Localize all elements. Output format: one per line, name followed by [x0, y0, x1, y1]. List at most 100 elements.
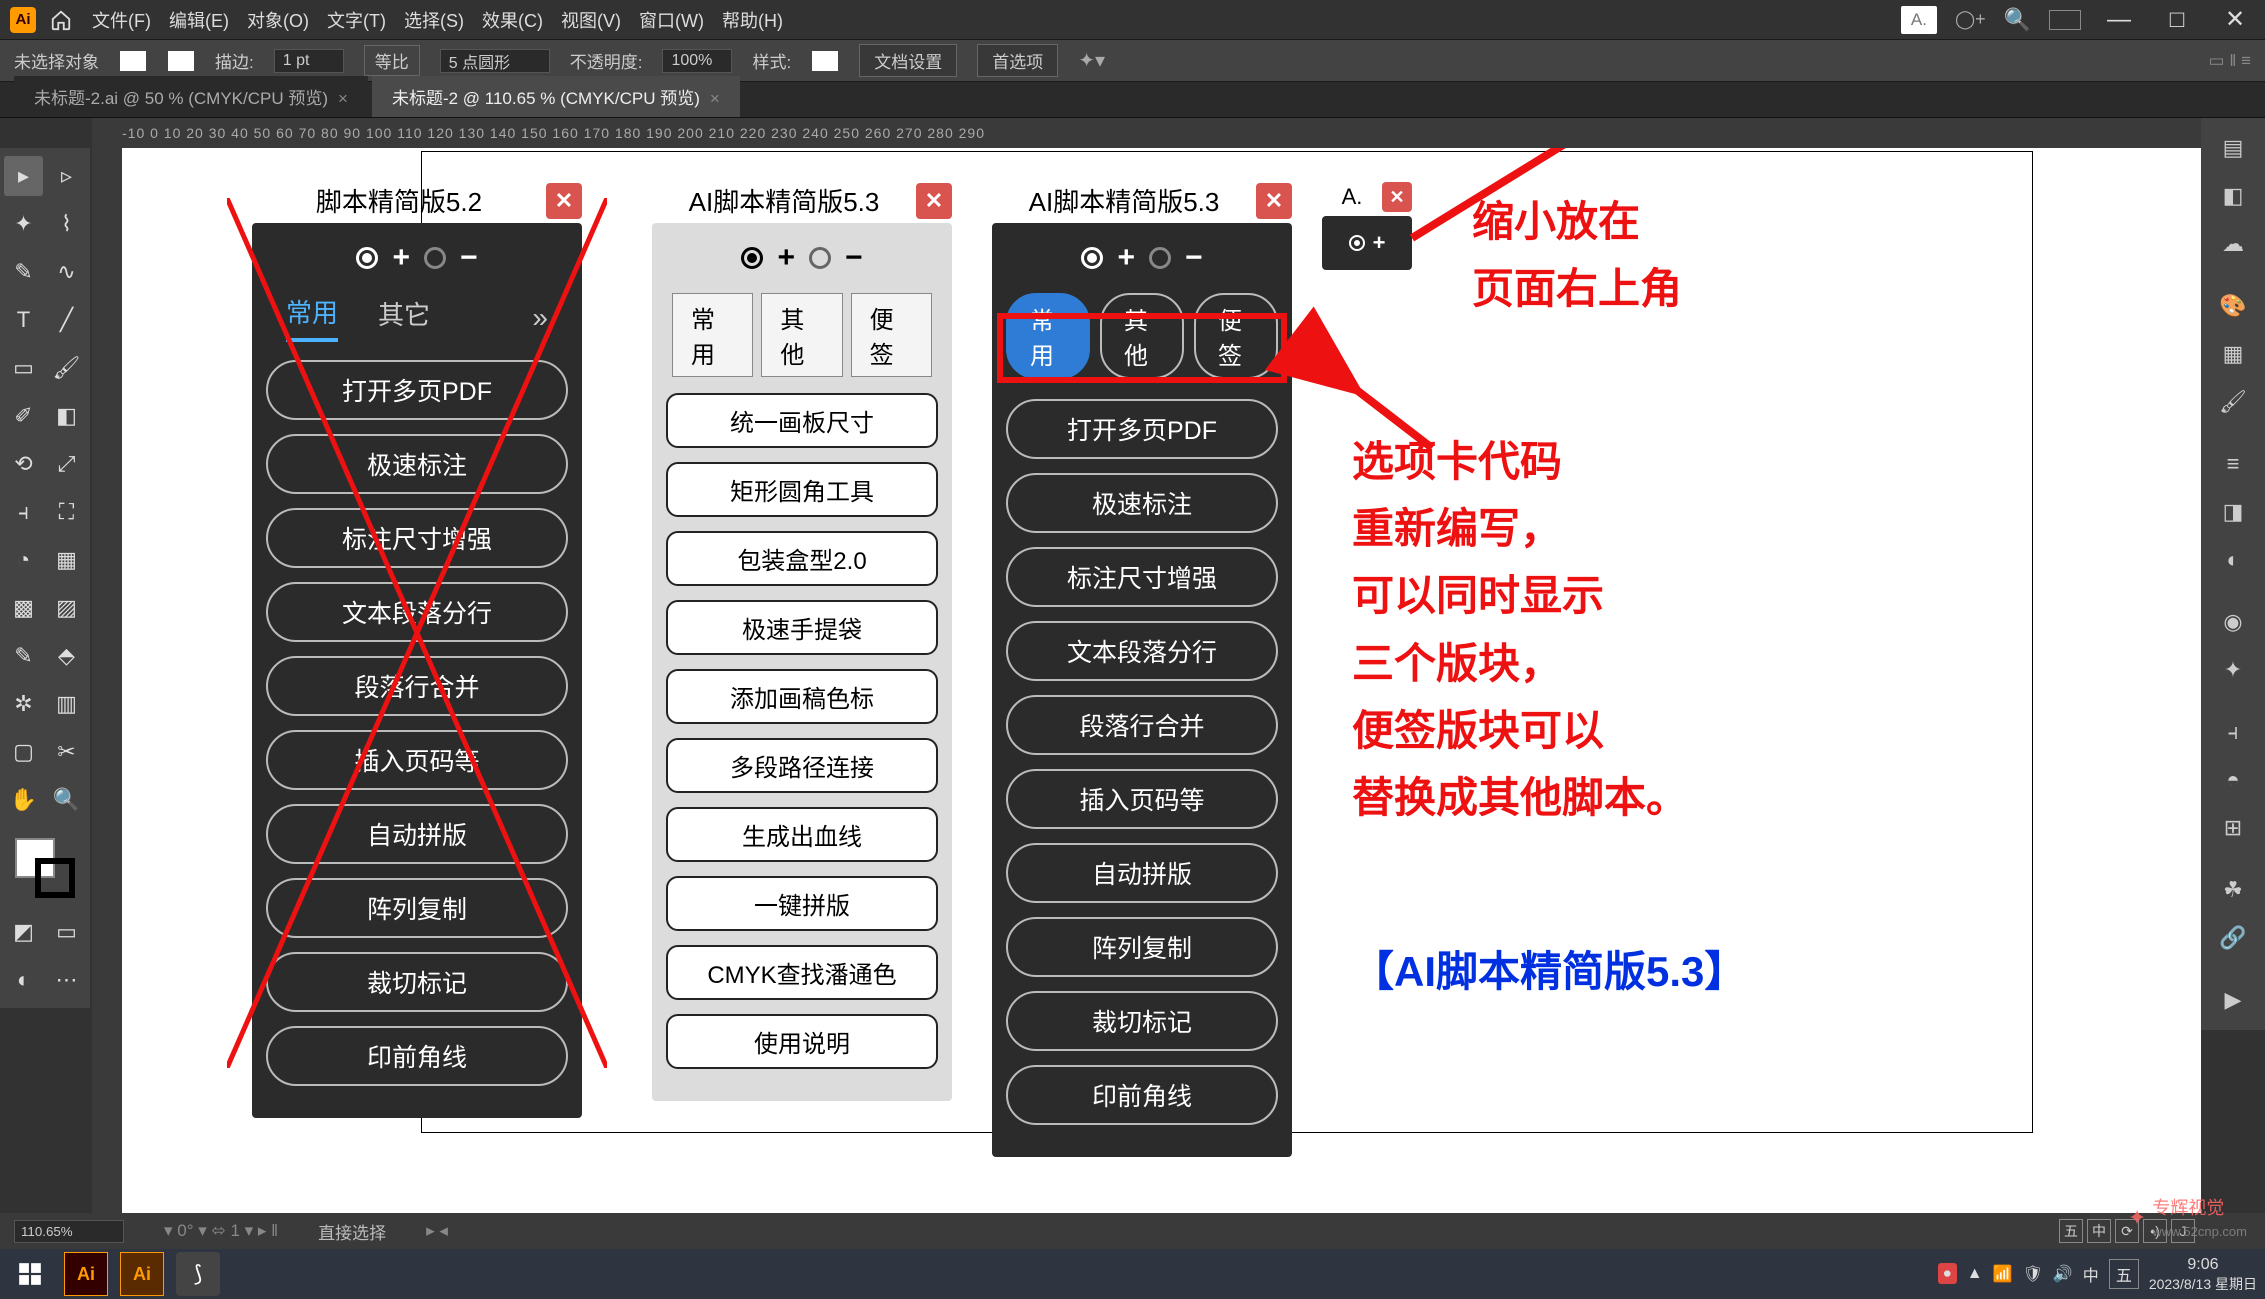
- circle-plus-icon[interactable]: ◯+: [1955, 9, 1986, 30]
- transparency-panel-icon[interactable]: ◐: [2213, 540, 2253, 580]
- edit-toolbar-icon[interactable]: ⋯: [47, 960, 86, 1000]
- stroke-panel-icon[interactable]: ≡: [2213, 444, 2253, 484]
- minimize-button[interactable]: —: [2099, 6, 2139, 34]
- panel-collapse-icon[interactable]: ▭ ‖ ≡: [2209, 51, 2251, 71]
- maximize-button[interactable]: □: [2157, 6, 2197, 34]
- radio-off-icon[interactable]: [424, 247, 446, 269]
- taskbar-clock[interactable]: 9:06 2023/8/13 星期日: [2149, 1255, 2257, 1294]
- menu-window[interactable]: 窗口(W): [639, 7, 704, 33]
- shaper-tool-icon[interactable]: ✐: [4, 396, 43, 436]
- close-button[interactable]: ✕: [546, 183, 582, 219]
- script-button[interactable]: 裁切标记: [266, 952, 568, 1012]
- more-icon[interactable]: »: [532, 302, 548, 334]
- script-button[interactable]: 插入页码等: [1006, 769, 1278, 829]
- selection-tool-icon[interactable]: ▸: [4, 156, 43, 196]
- task-ai-1[interactable]: Ai: [64, 1252, 108, 1296]
- brush-tool-icon[interactable]: 🖌: [47, 348, 86, 388]
- doc-tab-2[interactable]: 未标题-2 @ 110.65 % (CMYK/CPU 预览)×: [372, 76, 740, 117]
- tray-icon[interactable]: ▲: [1967, 1265, 1983, 1283]
- script-button[interactable]: CMYK查找潘通色: [666, 945, 938, 1000]
- script-button[interactable]: 矩形圆角工具: [666, 462, 938, 517]
- script-button[interactable]: 段落行合并: [266, 656, 568, 716]
- script-button[interactable]: 阵列复制: [1006, 917, 1278, 977]
- draw-mode-icon[interactable]: ◐: [4, 960, 43, 1000]
- doc-tab-1[interactable]: 未标题-2.ai @ 50 % (CMYK/CPU 预览)×: [14, 76, 368, 117]
- scale-tool-icon[interactable]: ⤢: [47, 444, 86, 484]
- menu-edit[interactable]: 编辑(E): [169, 7, 229, 33]
- actions-panel-icon[interactable]: ▶: [2213, 980, 2253, 1020]
- links-panel-icon[interactable]: 🔗: [2213, 918, 2253, 958]
- radio-on-icon[interactable]: [1081, 247, 1103, 269]
- zoom-tool-icon[interactable]: 🔍: [47, 780, 86, 820]
- tab-common[interactable]: 常用: [672, 293, 753, 377]
- script-button[interactable]: 阵列复制: [266, 878, 568, 938]
- script-button[interactable]: 自动拼版: [1006, 843, 1278, 903]
- radio-off-icon[interactable]: [1149, 247, 1171, 269]
- transform-panel-icon[interactable]: ⊞: [2213, 808, 2253, 848]
- radio-off-icon[interactable]: [809, 247, 831, 269]
- artboard-tool-icon[interactable]: ▢: [4, 732, 43, 772]
- docked-mini-panel[interactable]: A.: [1901, 6, 1937, 34]
- script-button[interactable]: 统一画板尺寸: [666, 393, 938, 448]
- menu-help[interactable]: 帮助(H): [722, 7, 783, 33]
- workspace-switcher-icon[interactable]: [2049, 10, 2081, 30]
- close-button[interactable]: ✕: [2215, 5, 2255, 34]
- close-button[interactable]: ✕: [1382, 182, 1412, 212]
- radio-on-icon[interactable]: [1349, 235, 1365, 251]
- pen-tool-icon[interactable]: ✎: [4, 252, 43, 292]
- tab-common[interactable]: 常用: [286, 293, 338, 342]
- tray-icon[interactable]: 🔊: [2053, 1264, 2073, 1284]
- script-button[interactable]: 多段路径连接: [666, 738, 938, 793]
- close-button[interactable]: ✕: [1256, 183, 1292, 219]
- script-button[interactable]: 自动拼版: [266, 804, 568, 864]
- script-button[interactable]: 极速手提袋: [666, 600, 938, 655]
- layers-panel-icon[interactable]: ◧: [2213, 176, 2253, 216]
- wand-tool-icon[interactable]: ✦: [4, 204, 43, 244]
- script-button[interactable]: 一键拼版: [666, 876, 938, 931]
- width-tool-icon[interactable]: ⫞: [4, 492, 43, 532]
- menu-view[interactable]: 视图(V): [561, 7, 621, 33]
- graphic-styles-icon[interactable]: ✦: [2213, 650, 2253, 690]
- line-tool-icon[interactable]: ╱: [47, 300, 86, 340]
- symbol-spray-icon[interactable]: ✲: [4, 684, 43, 724]
- rect-tool-icon[interactable]: ▭: [4, 348, 43, 388]
- tray-icon[interactable]: 📶: [1993, 1264, 2013, 1284]
- gradient-panel-icon[interactable]: ◨: [2213, 492, 2253, 532]
- tab-notes[interactable]: 便签: [851, 293, 932, 377]
- zoom-input[interactable]: [14, 1220, 124, 1243]
- script-button[interactable]: 生成出血线: [666, 807, 938, 862]
- pin-icon[interactable]: ✦▾: [1078, 48, 1105, 73]
- script-button[interactable]: 印前角线: [1006, 1065, 1278, 1125]
- stroke-swatch[interactable]: [167, 50, 195, 72]
- screen-mode-icon[interactable]: ▭: [47, 912, 86, 952]
- menu-select[interactable]: 选择(S): [404, 7, 464, 33]
- graph-tool-icon[interactable]: ▥: [47, 684, 86, 724]
- hand-tool-icon[interactable]: ✋: [4, 780, 43, 820]
- tray-pin-icon[interactable]: ⏺: [1938, 1263, 1957, 1284]
- script-button[interactable]: 标注尺寸增强: [1006, 547, 1278, 607]
- radio-on-icon[interactable]: [356, 247, 378, 269]
- close-icon[interactable]: ×: [338, 89, 348, 108]
- tray-ime-icon[interactable]: 中: [2083, 1262, 2099, 1286]
- script-button[interactable]: 插入页码等: [266, 730, 568, 790]
- prefs-button[interactable]: 首选项: [977, 44, 1058, 77]
- stroke-width-input[interactable]: [274, 49, 344, 73]
- start-button[interactable]: [8, 1252, 52, 1296]
- script-button[interactable]: 使用说明: [666, 1014, 938, 1069]
- fill-stroke-control[interactable]: [15, 838, 75, 898]
- lasso-tool-icon[interactable]: ⌇: [47, 204, 86, 244]
- close-button[interactable]: ✕: [916, 183, 952, 219]
- script-button[interactable]: 印前角线: [266, 1026, 568, 1086]
- search-icon[interactable]: 🔍: [2004, 7, 2031, 33]
- scale-uniform[interactable]: 等比: [364, 45, 420, 76]
- tray-icon[interactable]: 🛡: [2023, 1264, 2043, 1284]
- properties-panel-icon[interactable]: ▤: [2213, 128, 2253, 168]
- style-swatch[interactable]: [811, 50, 839, 72]
- libraries-panel-icon[interactable]: ☁: [2213, 224, 2253, 264]
- swatches-panel-icon[interactable]: ▦: [2213, 334, 2253, 374]
- type-tool-icon[interactable]: T: [4, 300, 43, 340]
- shape-builder-icon[interactable]: ◔: [4, 540, 43, 580]
- free-transform-icon[interactable]: ⛶: [47, 492, 86, 532]
- brushes-panel-icon[interactable]: 🖌: [2213, 382, 2253, 422]
- eraser-tool-icon[interactable]: ◧: [47, 396, 86, 436]
